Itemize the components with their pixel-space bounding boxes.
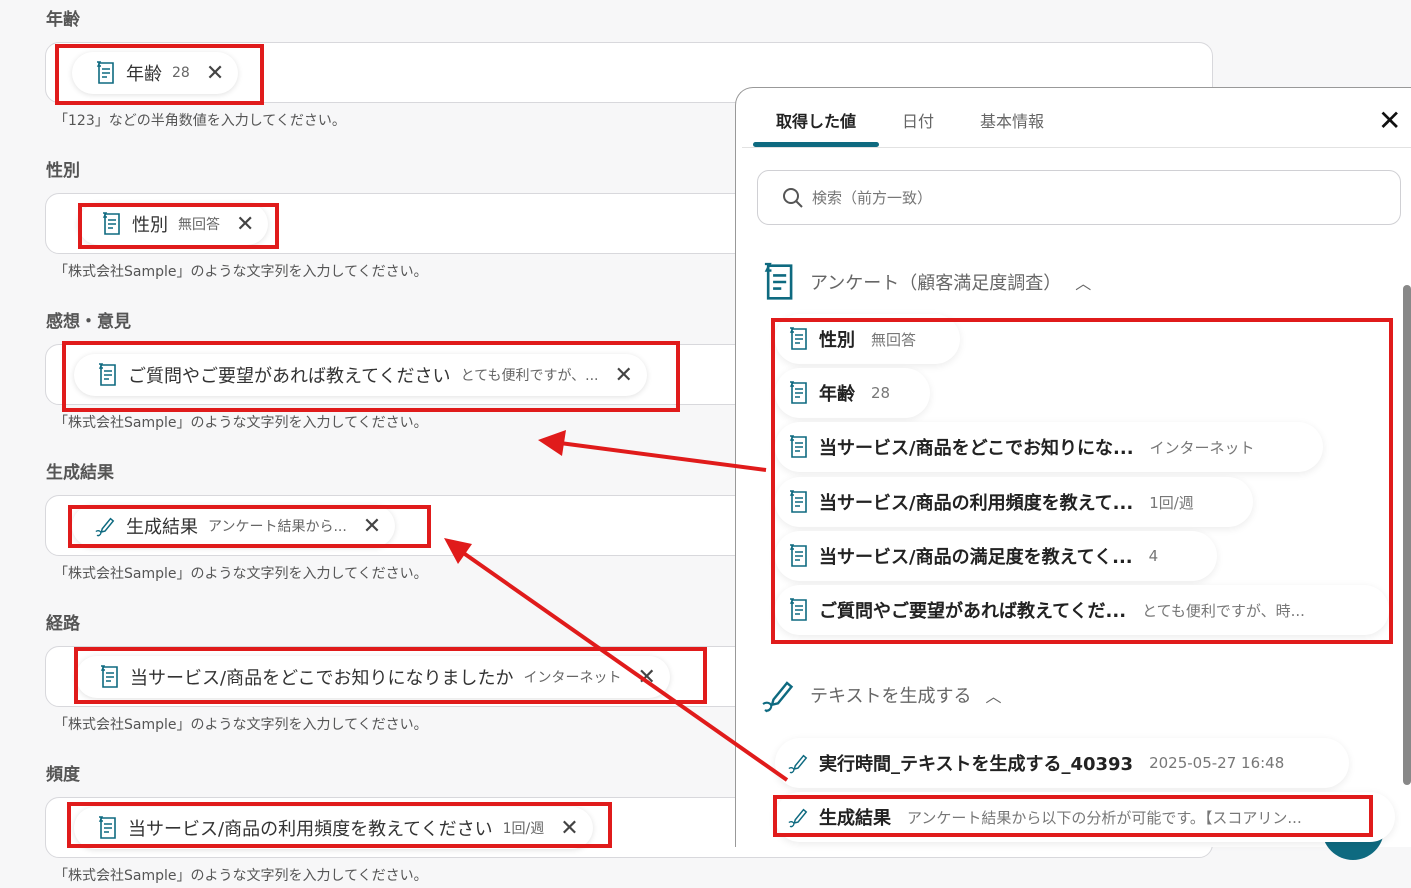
- arrow-line: [559, 441, 767, 472]
- arrow-head: [538, 430, 566, 456]
- annotation-arrows: [444, 430, 789, 782]
- arrow-line: [460, 550, 789, 782]
- arrow-head: [444, 538, 472, 564]
